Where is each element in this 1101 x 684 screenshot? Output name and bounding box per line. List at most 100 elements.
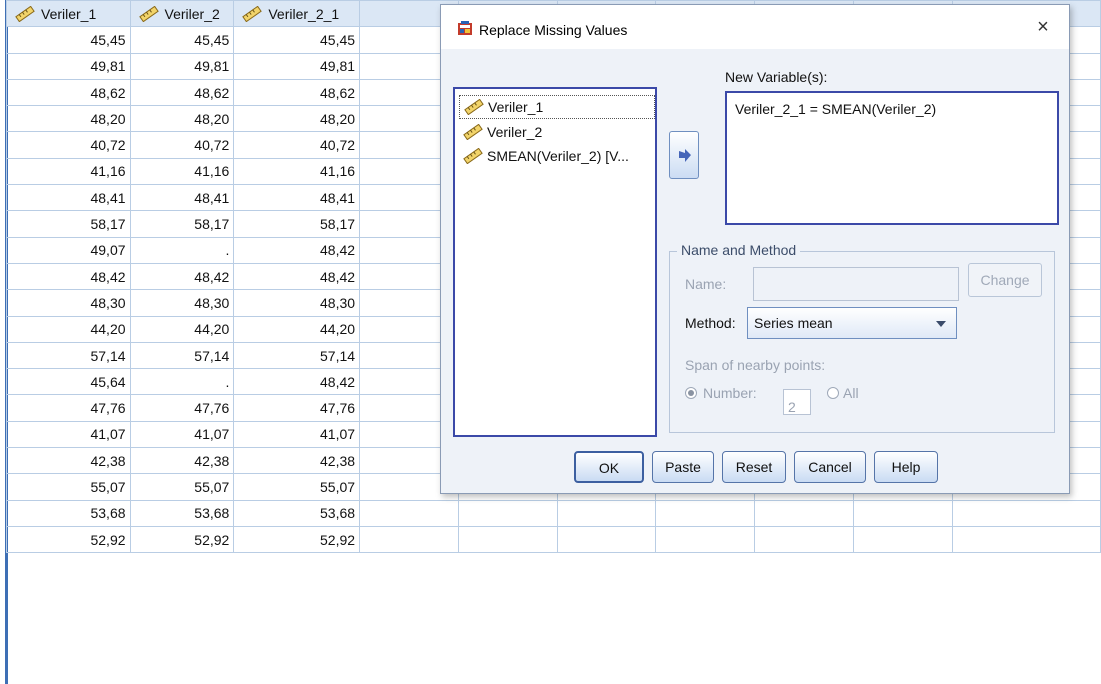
- table-cell[interactable]: [951, 499, 1101, 527]
- table-cell[interactable]: 53,68: [233, 499, 361, 527]
- table-cell[interactable]: 57,14: [129, 341, 235, 370]
- table-cell[interactable]: 57,14: [233, 341, 361, 370]
- table-cell[interactable]: 41,16: [6, 157, 131, 186]
- table-cell[interactable]: 58,17: [6, 210, 131, 238]
- table-cell[interactable]: 42,38: [233, 447, 361, 475]
- table-cell[interactable]: [457, 525, 558, 554]
- table-cell[interactable]: [852, 525, 953, 554]
- table-cell[interactable]: 52,92: [6, 525, 131, 554]
- table-cell[interactable]: [852, 499, 953, 527]
- table-cell[interactable]: [359, 499, 459, 527]
- table-cell[interactable]: 45,64: [6, 368, 131, 396]
- number-field[interactable]: 2: [783, 389, 811, 415]
- table-cell[interactable]: 48,62: [6, 78, 131, 107]
- list-item[interactable]: Veriler_2_1 = SMEAN(Veriler_2): [735, 101, 1049, 117]
- ok-button[interactable]: OK: [574, 451, 644, 483]
- table-cell[interactable]: 42,38: [6, 447, 131, 475]
- dialog-title: Replace Missing Values: [479, 22, 628, 38]
- table-cell[interactable]: 48,42: [233, 368, 361, 396]
- name-field[interactable]: [753, 267, 959, 301]
- table-cell[interactable]: 48,20: [6, 105, 131, 133]
- reset-button[interactable]: Reset: [722, 451, 786, 483]
- column-header[interactable]: Veriler_1: [6, 0, 131, 28]
- move-variable-button[interactable]: [669, 131, 699, 179]
- table-cell[interactable]: 55,07: [6, 473, 131, 501]
- table-cell[interactable]: 58,17: [129, 210, 235, 238]
- table-cell[interactable]: [655, 525, 756, 554]
- table-cell[interactable]: 48,30: [129, 289, 235, 317]
- table-cell[interactable]: 48,41: [233, 184, 361, 212]
- table-cell[interactable]: 44,20: [129, 315, 235, 343]
- new-variables-list[interactable]: Veriler_2_1 = SMEAN(Veriler_2): [725, 91, 1059, 225]
- column-header[interactable]: Veriler_2: [129, 0, 235, 28]
- table-cell[interactable]: 41,07: [233, 420, 361, 449]
- table-cell[interactable]: 45,45: [6, 26, 131, 54]
- close-icon[interactable]: ×: [1031, 15, 1055, 39]
- paste-button[interactable]: Paste: [652, 451, 714, 483]
- table-cell[interactable]: 48,30: [6, 289, 131, 317]
- table-cell[interactable]: 47,76: [129, 394, 235, 422]
- list-item-veriler-2[interactable]: Veriler_2: [459, 121, 542, 145]
- change-button[interactable]: Change: [968, 263, 1042, 297]
- table-cell[interactable]: 48,62: [233, 78, 361, 107]
- all-label: All: [843, 385, 859, 401]
- table-cell[interactable]: 45,45: [129, 26, 235, 54]
- table-cell[interactable]: 44,20: [233, 315, 361, 343]
- table-cell[interactable]: [457, 499, 558, 527]
- table-cell[interactable]: [754, 499, 854, 527]
- table-cell[interactable]: [951, 525, 1101, 554]
- table-cell[interactable]: 49,81: [129, 52, 235, 80]
- help-button[interactable]: Help: [874, 451, 938, 483]
- table-cell[interactable]: 48,30: [233, 289, 361, 317]
- table-cell[interactable]: 48,41: [6, 184, 131, 212]
- table-cell[interactable]: .: [129, 236, 235, 264]
- table-cell[interactable]: 41,07: [129, 420, 235, 449]
- table-cell[interactable]: 48,42: [233, 236, 361, 264]
- table-cell[interactable]: 41,16: [233, 157, 361, 186]
- table-cell[interactable]: 41,16: [129, 157, 235, 186]
- table-cell[interactable]: [556, 525, 657, 554]
- all-radio[interactable]: [827, 387, 839, 399]
- table-cell[interactable]: 52,92: [129, 525, 235, 554]
- table-cell[interactable]: 40,72: [6, 131, 131, 159]
- table-cell[interactable]: 58,17: [233, 210, 361, 238]
- table-cell[interactable]: 48,42: [129, 262, 235, 291]
- table-cell[interactable]: 45,45: [233, 26, 361, 54]
- table-cell[interactable]: 48,20: [129, 105, 235, 133]
- table-cell[interactable]: 41,07: [6, 420, 131, 449]
- method-dropdown[interactable]: Series mean: [747, 307, 957, 339]
- name-label: Name:: [685, 276, 727, 292]
- table-cell[interactable]: [359, 525, 459, 554]
- list-item-smean[interactable]: SMEAN(Veriler_2) [V...: [459, 145, 629, 169]
- table-cell[interactable]: 44,20: [6, 315, 131, 343]
- table-cell[interactable]: .: [129, 368, 235, 396]
- source-variable-list[interactable]: Veriler_1 Veriler_2 SMEAN(Veriler_2) [V.…: [453, 87, 657, 437]
- table-cell[interactable]: 49,07: [6, 236, 131, 264]
- table-cell[interactable]: [556, 499, 657, 527]
- table-cell[interactable]: 55,07: [233, 473, 361, 501]
- table-cell[interactable]: 48,20: [233, 105, 361, 133]
- table-cell[interactable]: 53,68: [129, 499, 235, 527]
- table-cell[interactable]: 47,76: [233, 394, 361, 422]
- table-cell[interactable]: 57,14: [6, 341, 131, 370]
- column-header[interactable]: Veriler_2_1: [233, 0, 361, 28]
- list-item-veriler-1[interactable]: Veriler_1: [459, 95, 655, 119]
- table-cell[interactable]: 53,68: [6, 499, 131, 527]
- table-row: 53,68 53,68 53,68: [6, 499, 1101, 527]
- table-cell[interactable]: 48,42: [6, 262, 131, 291]
- table-cell[interactable]: 40,72: [233, 131, 361, 159]
- table-cell[interactable]: 55,07: [129, 473, 235, 501]
- table-cell[interactable]: 49,81: [6, 52, 131, 80]
- cancel-button[interactable]: Cancel: [794, 451, 866, 483]
- table-cell[interactable]: 48,42: [233, 262, 361, 291]
- table-cell[interactable]: 48,41: [129, 184, 235, 212]
- table-cell[interactable]: 40,72: [129, 131, 235, 159]
- table-cell[interactable]: 42,38: [129, 447, 235, 475]
- table-cell[interactable]: 47,76: [6, 394, 131, 422]
- table-cell[interactable]: 52,92: [233, 525, 361, 554]
- table-cell[interactable]: [754, 525, 854, 554]
- number-radio[interactable]: [685, 387, 697, 399]
- table-cell[interactable]: [655, 499, 756, 527]
- table-cell[interactable]: 48,62: [129, 78, 235, 107]
- table-cell[interactable]: 49,81: [233, 52, 361, 80]
